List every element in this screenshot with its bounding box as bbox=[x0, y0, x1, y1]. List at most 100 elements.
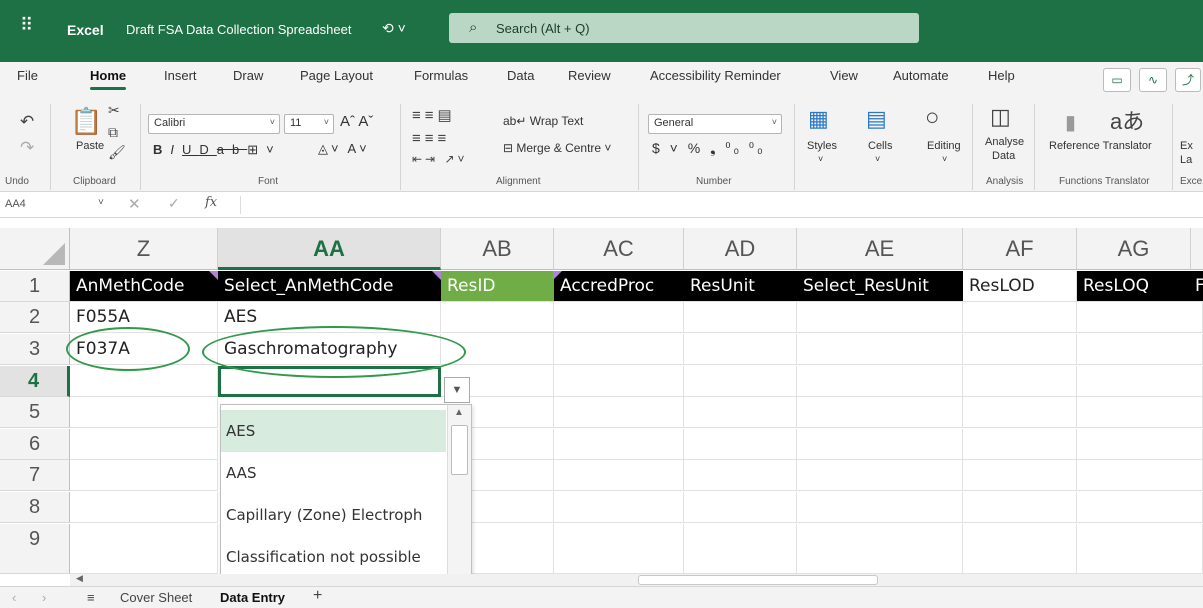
empty-cell[interactable] bbox=[70, 429, 218, 460]
dropdown-option[interactable]: AES bbox=[221, 410, 446, 452]
empty-cell[interactable] bbox=[1077, 302, 1203, 333]
row-header[interactable]: 7 bbox=[0, 460, 70, 491]
undo-icon[interactable]: ↶ bbox=[20, 112, 34, 132]
empty-cell[interactable] bbox=[797, 429, 963, 460]
empty-cell[interactable] bbox=[472, 397, 554, 428]
font-size-select[interactable]: 11 ˅ bbox=[284, 114, 334, 134]
tab-review[interactable]: Review bbox=[568, 68, 611, 83]
align-top-icon[interactable]: ≡≡▤ bbox=[412, 106, 456, 124]
document-title[interactable]: Draft FSA Data Collection Spreadsheet bbox=[126, 22, 351, 37]
chevron-down-icon[interactable]: ˅ bbox=[98, 197, 104, 208]
header-cell[interactable]: ResLOQ bbox=[1077, 271, 1191, 302]
empty-cell[interactable] bbox=[441, 302, 554, 333]
empty-cell[interactable] bbox=[554, 366, 684, 397]
tab-draw[interactable]: Draw bbox=[233, 68, 263, 83]
add-sheet-button[interactable]: + bbox=[313, 587, 322, 605]
empty-cell[interactable] bbox=[684, 460, 797, 491]
empty-cell[interactable] bbox=[797, 334, 963, 365]
empty-cell[interactable] bbox=[797, 492, 963, 523]
row-header-selected[interactable]: 4 bbox=[0, 366, 70, 397]
sheet-tab-data-entry[interactable]: Data Entry bbox=[220, 590, 285, 605]
column-header-selected[interactable]: AA bbox=[218, 228, 441, 270]
row-header[interactable]: 9 bbox=[0, 524, 70, 574]
tab-help[interactable]: Help bbox=[988, 68, 1015, 83]
next-sheet-icon[interactable]: › bbox=[42, 590, 46, 605]
font-name-select[interactable]: Calibri ˅ bbox=[148, 114, 280, 134]
merge-centre-button[interactable]: ⊟ Merge & Centre ˅ bbox=[503, 141, 611, 155]
empty-cell[interactable] bbox=[472, 460, 554, 491]
cells-icon[interactable]: ▤ bbox=[866, 106, 887, 132]
empty-cell[interactable] bbox=[797, 397, 963, 428]
tab-home[interactable]: Home bbox=[90, 68, 127, 90]
activity-icon[interactable]: ∿ bbox=[1139, 68, 1167, 92]
empty-cell[interactable] bbox=[797, 366, 963, 397]
analyse-data-icon[interactable]: ◫ bbox=[990, 104, 1011, 130]
copy-icon[interactable]: ⧉ bbox=[108, 124, 118, 141]
empty-cell[interactable] bbox=[684, 334, 797, 365]
indent-icon[interactable]: ⇤⇥ ↗˅ bbox=[412, 152, 468, 166]
column-header[interactable]: AD bbox=[684, 228, 797, 270]
empty-cell[interactable] bbox=[1077, 397, 1203, 428]
scrollbar-thumb[interactable] bbox=[451, 425, 468, 475]
analyse-data-label-1[interactable]: Analyse bbox=[985, 136, 1024, 148]
grow-font-icon[interactable]: Aˆ Aˇ bbox=[340, 113, 373, 130]
header-cell[interactable]: ResLOD bbox=[963, 271, 1077, 302]
empty-cell[interactable] bbox=[554, 429, 684, 460]
header-cell[interactable]: Select_AnMethCode bbox=[218, 271, 441, 302]
tab-view[interactable]: View bbox=[830, 68, 858, 83]
empty-cell[interactable] bbox=[963, 429, 1077, 460]
excel-labs-label-1[interactable]: Ex bbox=[1180, 140, 1193, 152]
empty-cell[interactable] bbox=[1077, 524, 1203, 574]
empty-cell[interactable] bbox=[1077, 334, 1203, 365]
empty-cell[interactable] bbox=[1077, 460, 1203, 491]
comments-icon[interactable]: ▭ bbox=[1103, 68, 1131, 92]
empty-cell[interactable] bbox=[1077, 429, 1203, 460]
empty-cell[interactable] bbox=[684, 397, 797, 428]
tab-formulas[interactable]: Formulas bbox=[414, 68, 468, 83]
empty-cell[interactable] bbox=[963, 397, 1077, 428]
excel-labs-label-2[interactable]: La bbox=[1180, 154, 1192, 166]
dropdown-scrollbar[interactable]: ▲ bbox=[447, 405, 471, 585]
column-header[interactable]: Z bbox=[70, 228, 218, 270]
chevron-down-icon[interactable]: ˅ bbox=[942, 154, 947, 164]
empty-cell[interactable] bbox=[70, 366, 218, 397]
wrap-text-button[interactable]: ab↵ Wrap Text bbox=[503, 114, 583, 128]
header-cell[interactable]: AnMethCode bbox=[70, 271, 218, 302]
cells-label[interactable]: Cells bbox=[868, 140, 892, 152]
chevron-down-icon[interactable]: ˅ bbox=[875, 154, 880, 164]
empty-cell[interactable] bbox=[70, 460, 218, 491]
cancel-icon[interactable]: ✕ bbox=[128, 195, 141, 213]
column-header[interactable]: AG bbox=[1077, 228, 1191, 270]
empty-cell[interactable] bbox=[472, 492, 554, 523]
empty-cell[interactable] bbox=[554, 302, 684, 333]
header-cell[interactable]: ResUnit bbox=[684, 271, 797, 302]
empty-cell[interactable] bbox=[554, 460, 684, 491]
empty-cell[interactable] bbox=[70, 524, 218, 574]
empty-cell[interactable] bbox=[963, 334, 1077, 365]
sheet-tab-cover-sheet[interactable]: Cover Sheet bbox=[120, 590, 192, 605]
row-header[interactable]: 6 bbox=[0, 429, 70, 460]
column-header[interactable]: AF bbox=[963, 228, 1077, 270]
confirm-icon[interactable]: ✓ bbox=[168, 195, 180, 212]
row-header[interactable]: 3 bbox=[0, 334, 70, 365]
empty-cell[interactable] bbox=[963, 524, 1077, 574]
empty-cell[interactable] bbox=[797, 302, 963, 333]
tab-page-layout[interactable]: Page Layout bbox=[300, 68, 373, 83]
reference-icon[interactable]: ▮ bbox=[1065, 110, 1076, 135]
scrollbar-thumb[interactable] bbox=[638, 575, 878, 585]
reference-translator-label[interactable]: Reference Translator bbox=[1049, 140, 1152, 152]
dropdown-option[interactable]: AAS bbox=[221, 452, 446, 494]
row-header[interactable]: 5 bbox=[0, 397, 70, 428]
empty-cell[interactable] bbox=[1077, 492, 1203, 523]
horizontal-scrollbar[interactable]: ◀ bbox=[70, 573, 1203, 586]
empty-cell[interactable] bbox=[554, 492, 684, 523]
tab-accessibility-reminder[interactable]: Accessibility Reminder bbox=[650, 68, 781, 83]
styles-label[interactable]: Styles bbox=[807, 140, 837, 152]
paste-label[interactable]: Paste bbox=[76, 140, 104, 152]
empty-cell[interactable] bbox=[554, 524, 684, 574]
header-cell[interactable]: F bbox=[1191, 271, 1203, 302]
empty-cell[interactable] bbox=[554, 334, 684, 365]
search-box[interactable]: ⌕ Search (Alt + Q) bbox=[449, 13, 919, 43]
empty-cell[interactable] bbox=[472, 429, 554, 460]
tab-insert[interactable]: Insert bbox=[164, 68, 197, 83]
